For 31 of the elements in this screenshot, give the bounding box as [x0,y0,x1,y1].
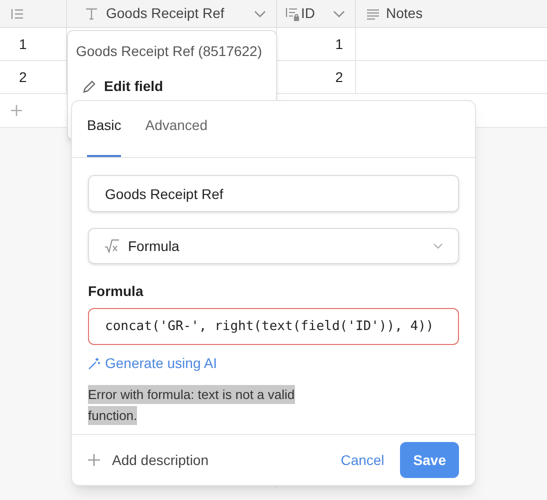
autonumber-icon [285,6,301,22]
name-field[interactable]: Goods Receipt Ref [88,175,459,212]
caret-icon[interactable] [254,10,266,18]
generate-link[interactable]: Generate using AI [88,353,218,374]
list-icon [10,6,24,20]
table-cell-text: 1 [335,34,343,54]
menu-title: Goods Receipt Ref (8517622) [75,42,263,61]
cancel-button[interactable]: Cancel [340,450,384,470]
plus-icon [88,454,100,466]
text-type-icon [85,7,98,20]
magic-wand-icon [88,357,101,370]
field-label: Formula [88,282,144,301]
add-description-button[interactable]: Add description [88,450,209,470]
column-header[interactable]: Notes [386,3,423,24]
tab[interactable]: Advanced [145,115,208,157]
table-cell-text: 2 [335,68,343,86]
add-row-icon[interactable] [11,105,22,116]
caret-icon[interactable] [333,10,345,18]
pencil-icon [82,80,96,94]
formula-field[interactable]: concat('GR-', right(text(field('ID')), 4)) [88,308,459,345]
menu-item[interactable]: Edit field [74,70,270,103]
column-header[interactable]: ID [301,3,333,24]
tab[interactable]: Basic [87,115,122,157]
row-number: 1 [19,34,27,54]
row-number: 2 [19,68,27,86]
long-text-icon [366,8,380,20]
square-root-icon [104,239,120,253]
chevron-icon [433,243,443,249]
column-header[interactable]: Goods Receipt Ref [106,3,246,24]
type-select[interactable]: Formula [88,228,459,264]
error-message: Error with formula: text is not a valid function. [88,384,296,426]
